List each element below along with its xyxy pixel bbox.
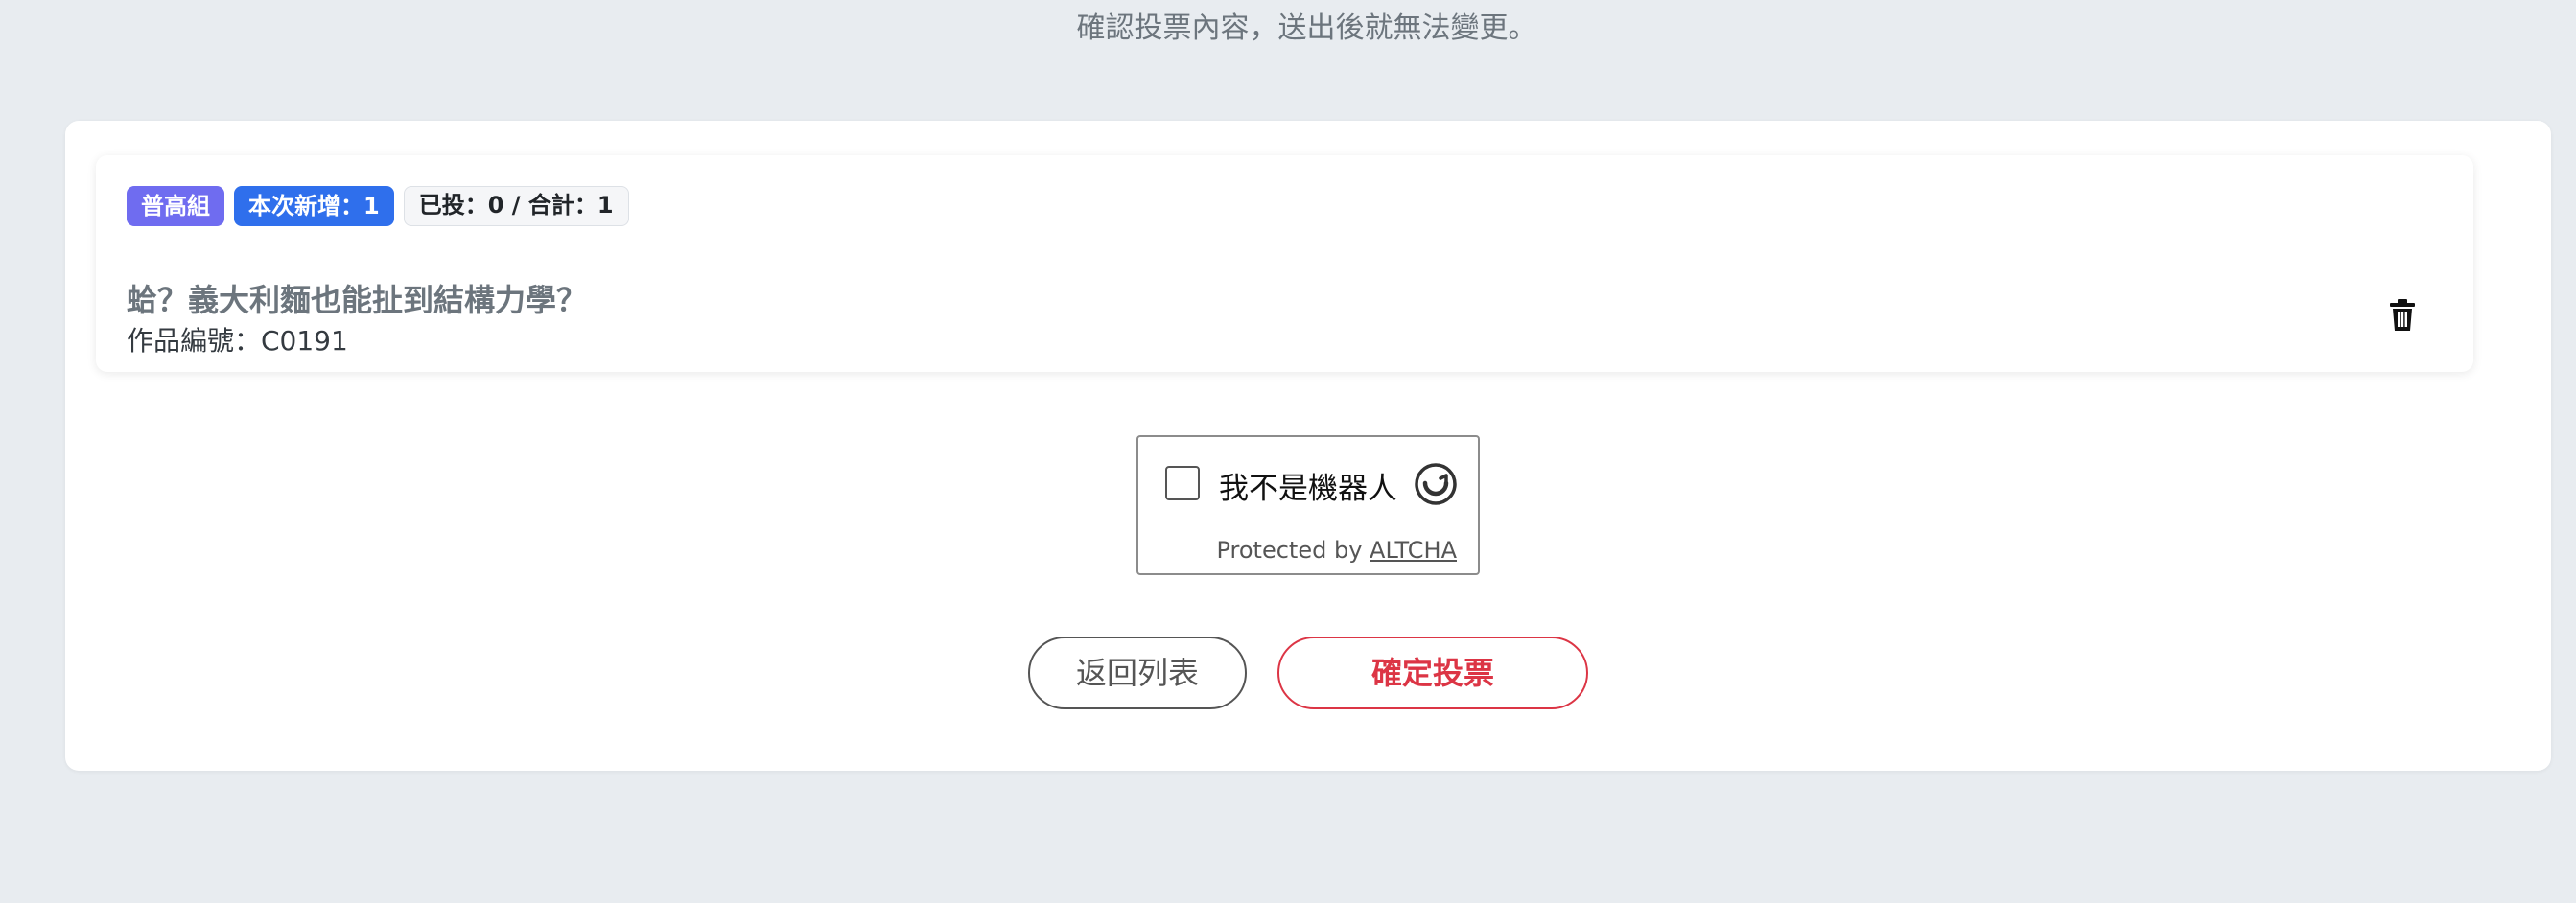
back-to-list-button[interactable]: 返回列表 <box>1028 637 1247 709</box>
page-subtitle: 確認投票內容，送出後就無法變更。 <box>1076 12 1537 45</box>
captcha-checkbox[interactable] <box>1165 466 1200 500</box>
altcha-logo-icon <box>1414 462 1458 506</box>
new-count-badge: 本次新增：1 <box>234 186 394 226</box>
captcha-footer-prefix: Protected by <box>1216 537 1363 564</box>
captcha-widget: 我不是機器人 Protected by ALTCHA <box>1136 435 1480 575</box>
altcha-link[interactable]: ALTCHA <box>1370 537 1457 564</box>
captcha-footer: Protected by ALTCHA <box>1216 537 1457 564</box>
item-title: 蛤？義大利麵也能扯到結構力學？ <box>127 282 588 318</box>
group-badge: 普高組 <box>127 186 224 226</box>
trash-icon[interactable] <box>2388 299 2417 332</box>
item-code: 作品編號：C0191 <box>127 325 348 357</box>
badge-row: 普高組 本次新增：1 已投：0 / 合計：1 <box>127 186 629 226</box>
confirm-vote-button[interactable]: 確定投票 <box>1277 637 1588 709</box>
vote-item-card: 普高組 本次新增：1 已投：0 / 合計：1 蛤？義大利麵也能扯到結構力學？ 作… <box>96 155 2473 372</box>
vote-total-badge: 已投：0 / 合計：1 <box>403 186 629 226</box>
vote-confirm-card: 普高組 本次新增：1 已投：0 / 合計：1 蛤？義大利麵也能扯到結構力學？ 作… <box>65 121 2551 771</box>
captcha-label: 我不是機器人 <box>1219 472 1397 506</box>
